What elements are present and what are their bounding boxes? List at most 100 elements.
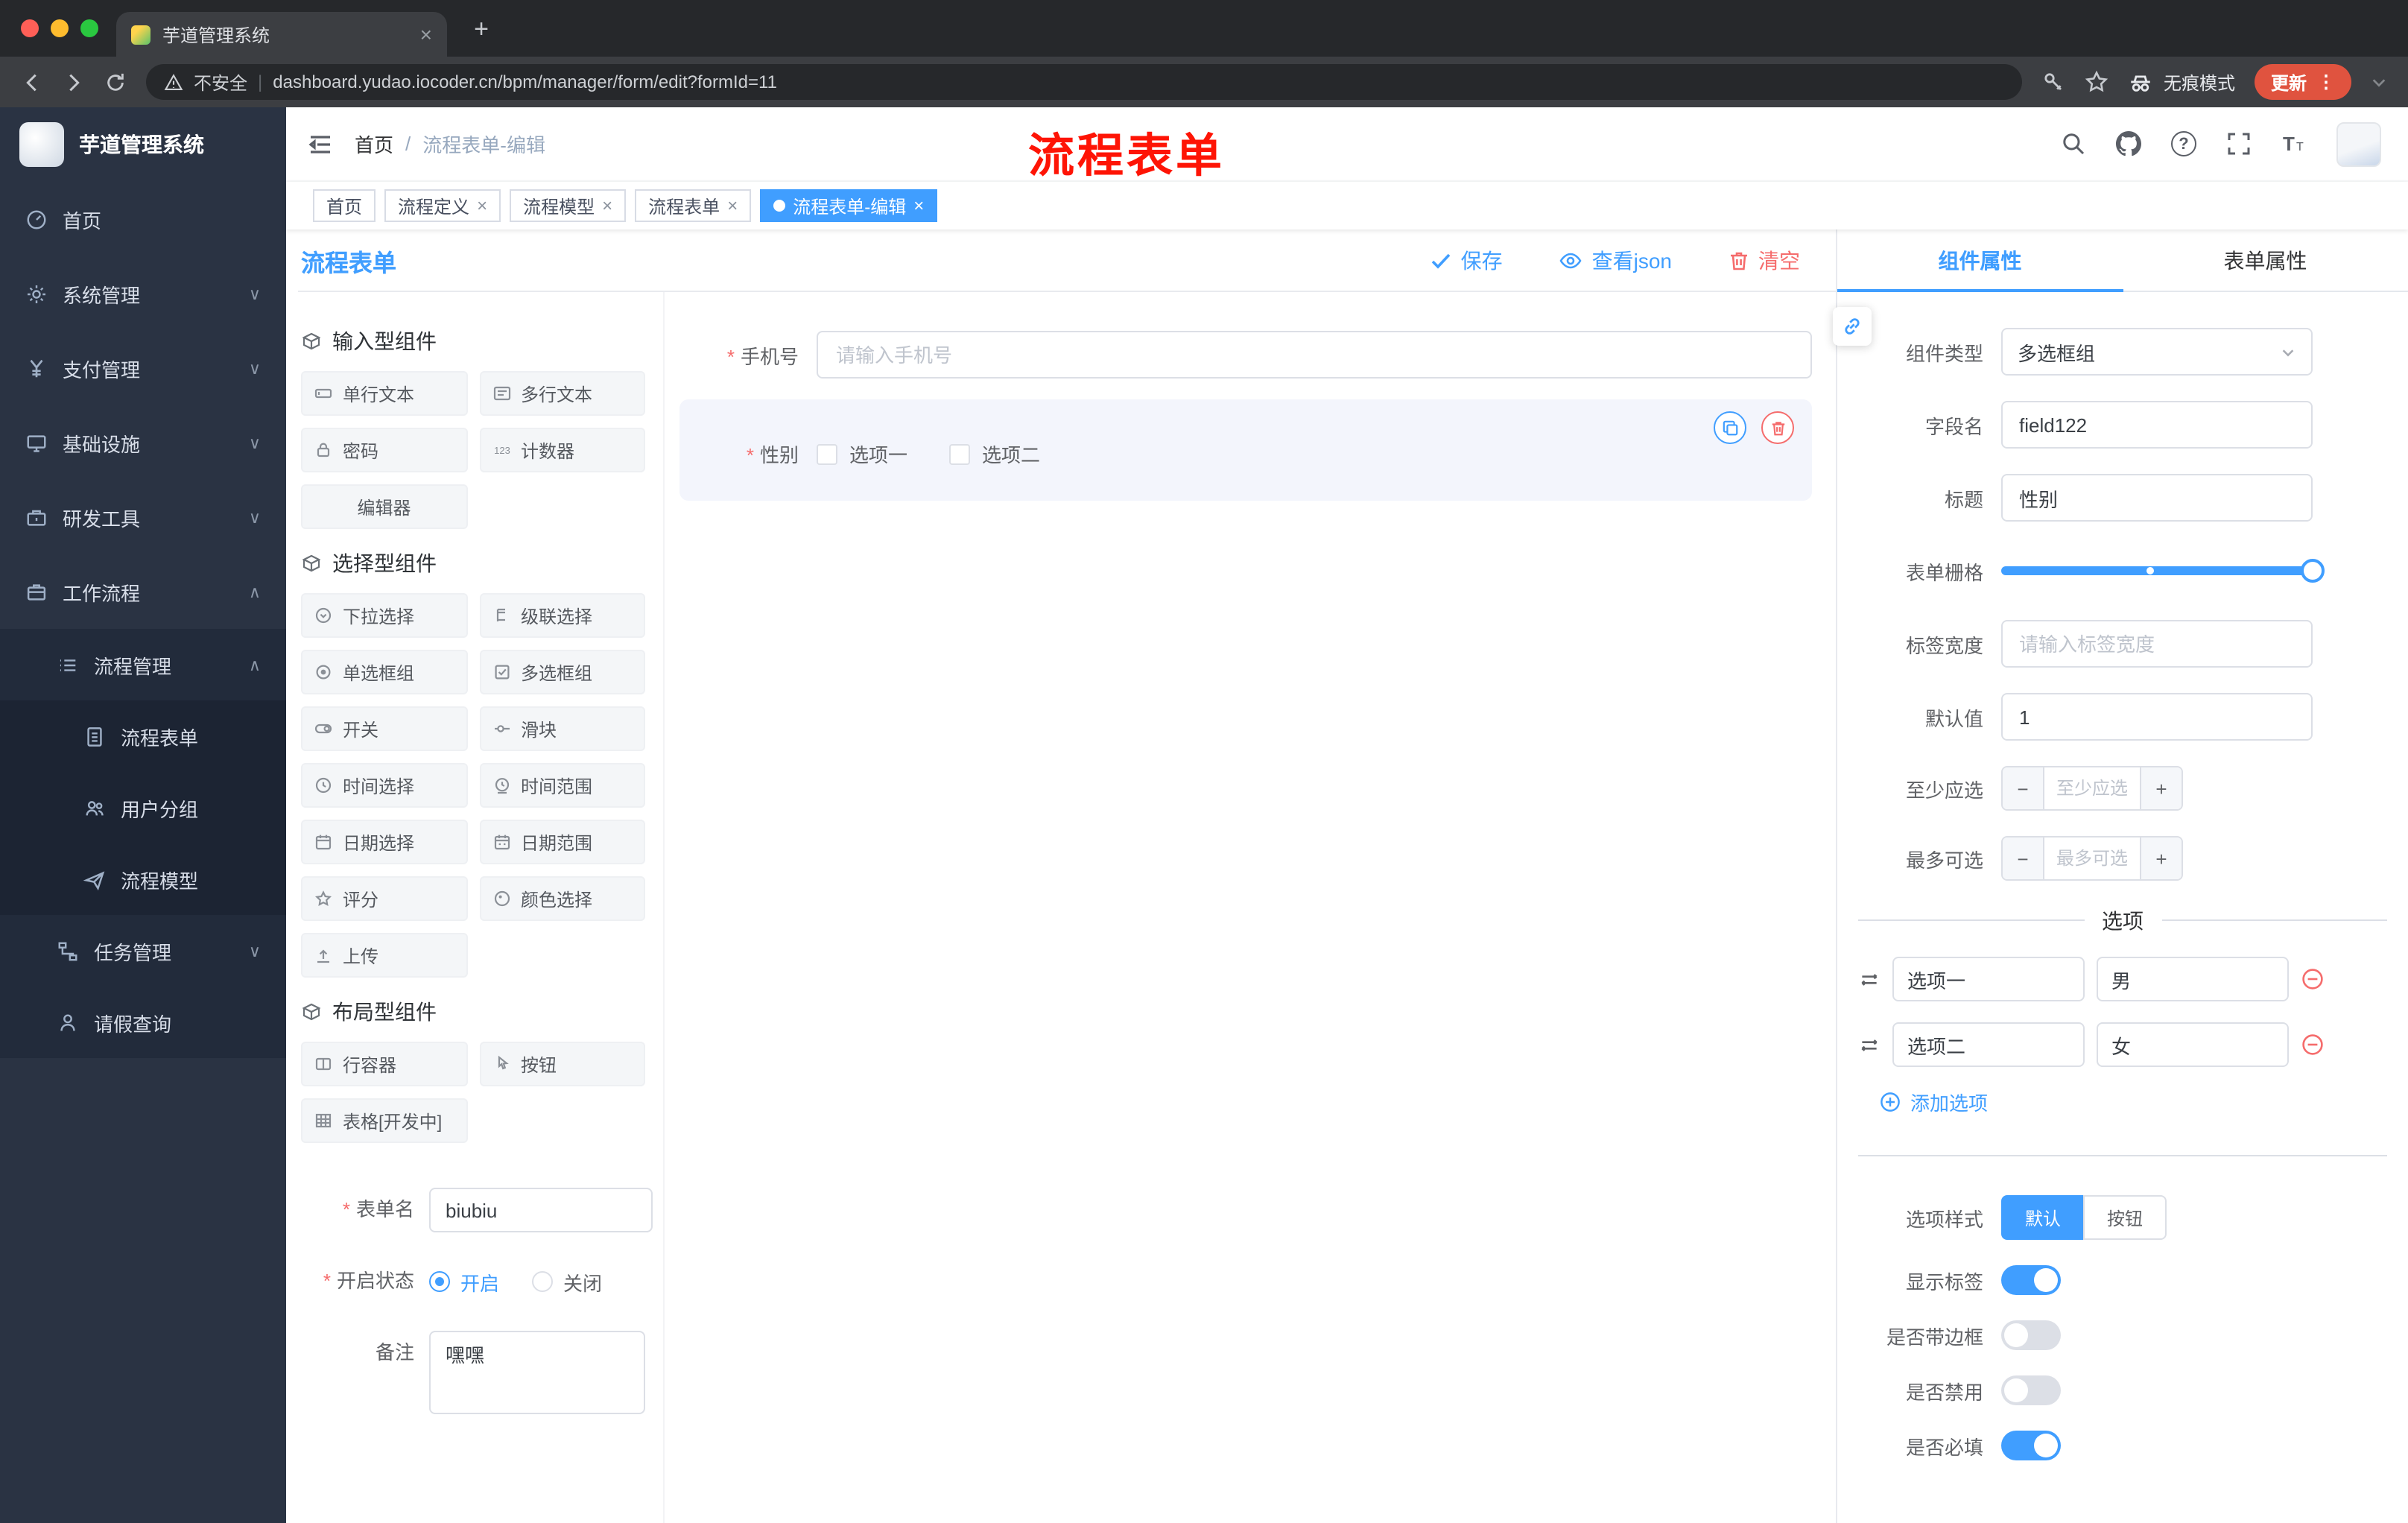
option-name-input[interactable] <box>1892 957 2085 1001</box>
checkbox-option-2[interactable]: 选项二 <box>949 440 1040 468</box>
style-button-button[interactable]: 按钮 <box>2083 1195 2167 1240</box>
close-window-button[interactable] <box>21 19 39 37</box>
tag-process-definition[interactable]: 流程定义 × <box>384 189 501 222</box>
sidebar-item-system[interactable]: 系统管理 ∨ <box>0 256 286 331</box>
tag-process-form[interactable]: 流程表单 × <box>635 189 752 222</box>
selected-component-gender[interactable]: 性别 选项一 选项二 <box>679 399 1812 501</box>
phone-field-row[interactable]: 手机号 <box>679 331 1812 379</box>
password-key-icon[interactable] <box>2041 70 2065 94</box>
form-name-input[interactable] <box>429 1188 653 1232</box>
option-value-input[interactable] <box>2097 1022 2289 1067</box>
user-avatar[interactable] <box>2336 121 2381 166</box>
bookmark-star-icon[interactable] <box>2085 70 2108 94</box>
grid-slider[interactable] <box>2001 547 2325 595</box>
show-label-switch[interactable] <box>2001 1265 2061 1295</box>
toolbar-chevron-icon[interactable] <box>2371 74 2387 90</box>
sidebar-item-process-form[interactable]: 流程表单 <box>0 700 286 772</box>
palette-item-date-range[interactable]: 日期范围 <box>479 820 645 864</box>
link-icon[interactable] <box>1833 307 1872 346</box>
title-input[interactable] <box>2001 474 2313 522</box>
palette-item-radio-group[interactable]: 单选框组 <box>301 650 467 694</box>
browser-tab[interactable]: 芋道管理系统 × <box>116 12 447 57</box>
tag-close-icon[interactable]: × <box>602 197 612 215</box>
reload-icon[interactable] <box>104 71 127 93</box>
sidebar-item-leave-query[interactable]: 请假查询 <box>0 987 286 1058</box>
palette-item-row-container[interactable]: 行容器 <box>301 1042 467 1086</box>
label-width-input[interactable] <box>2001 620 2313 668</box>
increase-button[interactable]: + <box>2140 838 2182 879</box>
tag-close-icon[interactable]: × <box>727 197 738 215</box>
default-value-input[interactable] <box>2001 693 2313 741</box>
save-button[interactable]: 保存 <box>1431 245 1503 275</box>
palette-item-slider[interactable]: 滑块 <box>479 706 645 751</box>
palette-item-multi-line[interactable]: 多行文本 <box>479 371 645 416</box>
tag-process-form-edit[interactable]: 流程表单-编辑 × <box>760 189 938 222</box>
min-select-input[interactable] <box>2044 767 2140 809</box>
tag-home[interactable]: 首页 <box>313 189 376 222</box>
palette-item-cascade[interactable]: 级联选择 <box>479 593 645 638</box>
phone-input[interactable] <box>817 331 1812 379</box>
address-bar[interactable]: 不安全 | dashboard.yudao.iocoder.cn/bpm/man… <box>146 64 2022 100</box>
tag-close-icon[interactable]: × <box>913 197 924 215</box>
zoom-window-button[interactable] <box>80 19 98 37</box>
tab-form-props[interactable]: 表单属性 <box>2123 229 2408 291</box>
clear-button[interactable]: 清空 <box>1729 245 1800 275</box>
border-switch[interactable] <box>2001 1320 2061 1350</box>
new-tab-button[interactable]: + <box>462 10 501 49</box>
palette-item-password[interactable]: 密码 <box>301 428 467 472</box>
copy-component-button[interactable] <box>1714 411 1746 444</box>
drag-handle-icon[interactable] <box>1858 1033 1881 1056</box>
increase-button[interactable]: + <box>2140 767 2182 809</box>
slider-track[interactable] <box>2001 559 2325 583</box>
sidebar-item-process-mgmt[interactable]: 流程管理 ∧ <box>0 629 286 700</box>
required-switch[interactable] <box>2001 1431 2061 1460</box>
disabled-switch[interactable] <box>2001 1375 2061 1405</box>
decrease-button[interactable]: − <box>2003 838 2044 879</box>
palette-item-upload[interactable]: 上传 <box>301 933 467 978</box>
checkbox-box[interactable] <box>949 443 971 464</box>
field-name-input[interactable] <box>2001 401 2313 449</box>
back-icon[interactable] <box>21 71 43 93</box>
forward-icon[interactable] <box>63 71 85 93</box>
palette-item-checkbox-group[interactable]: 多选框组 <box>479 650 645 694</box>
palette-item-counter[interactable]: 123 计数器 <box>479 428 645 472</box>
component-type-select[interactable]: 多选框组 <box>2001 328 2313 376</box>
hamburger-icon[interactable] <box>307 130 334 157</box>
checkbox-box[interactable] <box>817 443 837 464</box>
style-default-button[interactable]: 默认 <box>2001 1195 2084 1240</box>
help-icon[interactable]: ? <box>2171 131 2196 156</box>
tab-component-props[interactable]: 组件属性 <box>1837 229 2123 292</box>
github-icon[interactable] <box>2116 131 2141 156</box>
search-icon[interactable] <box>2061 131 2086 156</box>
sidebar-item-infra[interactable]: 基础设施 ∨ <box>0 405 286 480</box>
palette-item-dropdown[interactable]: 下拉选择 <box>301 593 467 638</box>
minimize-window-button[interactable] <box>51 19 69 37</box>
palette-item-button[interactable]: 按钮 <box>479 1042 645 1086</box>
delete-component-button[interactable] <box>1761 411 1794 444</box>
sidebar-item-home[interactable]: 首页 <box>0 182 286 256</box>
sidebar-item-user-group[interactable]: 用户分组 <box>0 772 286 843</box>
sidebar-item-task-mgmt[interactable]: 任务管理 ∨ <box>0 915 286 987</box>
remove-option-icon[interactable] <box>2301 967 2325 991</box>
radio-off[interactable]: 关闭 <box>532 1267 602 1296</box>
sidebar-item-workflow[interactable]: 工作流程 ∧ <box>0 554 286 629</box>
tag-close-icon[interactable]: × <box>477 197 487 215</box>
slider-handle[interactable] <box>2301 559 2325 583</box>
tag-process-model[interactable]: 流程模型 × <box>510 189 627 222</box>
palette-item-switch[interactable]: 开关 <box>301 706 467 751</box>
browser-update-button[interactable]: 更新 ⋮ <box>2254 64 2351 100</box>
palette-item-rate[interactable]: 评分 <box>301 876 467 921</box>
palette-item-color[interactable]: 颜色选择 <box>479 876 645 921</box>
palette-item-date[interactable]: 日期选择 <box>301 820 467 864</box>
max-select-input[interactable] <box>2044 838 2140 879</box>
palette-item-editor[interactable]: 编辑器 <box>301 484 467 529</box>
option-value-input[interactable] <box>2097 957 2289 1001</box>
font-size-icon[interactable]: TT <box>2281 131 2307 156</box>
view-json-button[interactable]: 查看json <box>1559 245 1672 275</box>
radio-on[interactable]: 开启 <box>429 1267 499 1296</box>
sidebar-item-pay[interactable]: 支付管理 ∨ <box>0 331 286 405</box>
palette-item-time-range[interactable]: 时间范围 <box>479 763 645 808</box>
checkbox-option-1[interactable]: 选项一 <box>817 440 907 468</box>
decrease-button[interactable]: − <box>2003 767 2044 809</box>
tab-close-icon[interactable]: × <box>420 24 432 45</box>
